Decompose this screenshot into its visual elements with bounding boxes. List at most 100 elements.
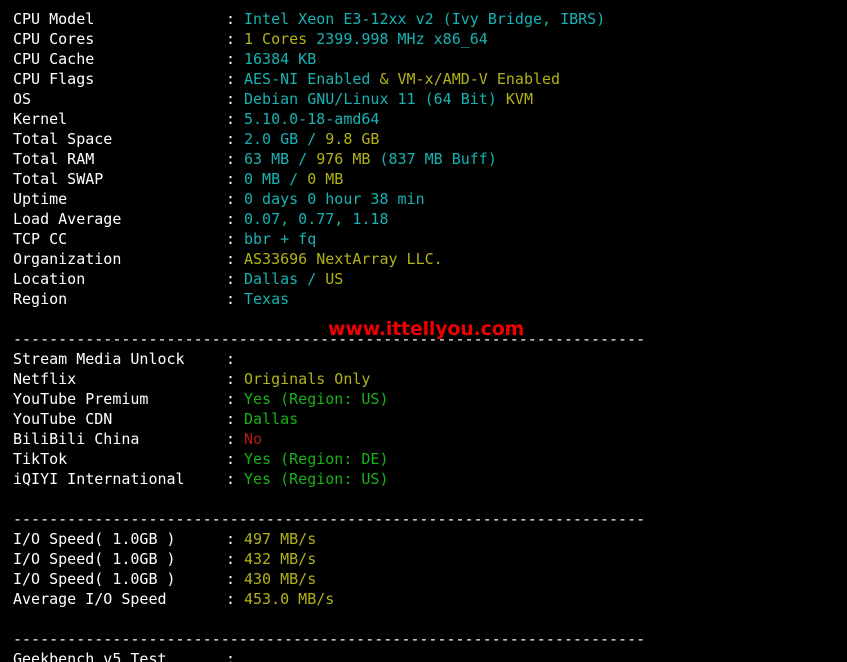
row-value: 1 Cores bbox=[244, 30, 317, 48]
row-label: CPU Flags bbox=[13, 70, 95, 88]
row-label: Total Space bbox=[13, 130, 113, 148]
row-value: Debian GNU/Linux 11 (64 Bit) bbox=[244, 90, 506, 108]
row-value: & VM-x/AMD-V Enabled bbox=[379, 70, 561, 88]
row-value: US bbox=[325, 270, 344, 288]
terminal-row: Kernel:5.10.0-18-amd64 bbox=[0, 109, 847, 129]
row-colon: : bbox=[226, 570, 236, 588]
terminal-row: Total SWAP:0 MB / 0 MB bbox=[0, 169, 847, 189]
section-separator: ----------------------------------------… bbox=[13, 510, 646, 528]
row-label: Load Average bbox=[13, 210, 122, 228]
row-colon: : bbox=[226, 190, 236, 208]
row-value: 63 MB / bbox=[244, 150, 317, 168]
terminal-row: Region: Texas bbox=[0, 289, 847, 309]
row-label: Total SWAP bbox=[13, 170, 104, 188]
row-colon: : bbox=[226, 430, 236, 448]
row-value: 976 MB bbox=[316, 150, 380, 168]
terminal-row: Uptime:0 days 0 hour 38 min bbox=[0, 189, 847, 209]
row-value: 497 MB/s bbox=[244, 530, 317, 548]
row-label: Geekbench v5 Test bbox=[13, 650, 167, 662]
row-value: 432 MB/s bbox=[244, 550, 317, 568]
row-value: Dallas bbox=[244, 410, 299, 428]
row-value: 0.07, 0.77, 1.18 bbox=[244, 210, 389, 228]
row-value: AES-NI Enabled bbox=[244, 70, 380, 88]
row-colon: : bbox=[226, 270, 236, 288]
row-label: Region bbox=[13, 290, 68, 308]
terminal-row: CPU Flags: AES-NI Enabled & VM-x/AMD-V En… bbox=[0, 69, 847, 89]
row-label: I/O Speed( 1.0GB ) bbox=[13, 550, 176, 568]
row-colon: : bbox=[226, 210, 236, 228]
row-colon: : bbox=[226, 530, 236, 548]
row-value: No bbox=[244, 430, 263, 448]
terminal-row: Organization: AS33696 NextArray LLC. bbox=[0, 249, 847, 269]
terminal-row: TikTok: Yes (Region: DE) bbox=[0, 449, 847, 469]
row-label: Total RAM bbox=[13, 150, 95, 168]
terminal-row: CPU Cache:16384 KB bbox=[0, 49, 847, 69]
row-value: 2.0 GB / bbox=[244, 130, 326, 148]
row-colon: : bbox=[226, 150, 236, 168]
terminal-window: CPU Model: Intel Xeon E3-12xx v2 (Ivy Bri… bbox=[0, 0, 847, 662]
row-value: Originals Only bbox=[244, 370, 371, 388]
row-value: 430 MB/s bbox=[244, 570, 317, 588]
row-label: YouTube CDN bbox=[13, 410, 113, 428]
row-colon: : bbox=[226, 550, 236, 568]
row-value: bbr + fq bbox=[244, 230, 317, 248]
terminal-row: Stream Media Unlock: bbox=[0, 349, 847, 369]
row-value: (837 MB Buff) bbox=[379, 150, 497, 168]
row-label: Stream Media Unlock bbox=[13, 350, 185, 368]
row-colon: : bbox=[226, 470, 236, 488]
row-colon: : bbox=[226, 230, 236, 248]
terminal-row: BiliBili China: No bbox=[0, 429, 847, 449]
row-colon: : bbox=[226, 650, 236, 662]
terminal-row: Geekbench v5 Test: bbox=[0, 649, 847, 662]
row-label: I/O Speed( 1.0GB ) bbox=[13, 570, 176, 588]
row-value: Yes (Region: DE) bbox=[244, 450, 389, 468]
row-label: iQIYI International bbox=[13, 470, 185, 488]
terminal-row: TCP CC: bbr + fq bbox=[0, 229, 847, 249]
row-colon: : bbox=[226, 170, 236, 188]
row-colon: : bbox=[226, 450, 236, 468]
row-colon: : bbox=[226, 70, 236, 88]
row-label: OS bbox=[13, 90, 32, 108]
terminal-row: CPU Cores:1 Cores 2399.998 MHz x86_64 bbox=[0, 29, 847, 49]
row-value: 453.0 MB/s bbox=[244, 590, 335, 608]
row-label: CPU Cores bbox=[13, 30, 95, 48]
row-value: Yes (Region: US) bbox=[244, 470, 389, 488]
terminal-row: iQIYI International: Yes (Region: US) bbox=[0, 469, 847, 489]
row-colon: : bbox=[226, 10, 236, 28]
row-colon: : bbox=[226, 250, 236, 268]
row-label: YouTube Premium bbox=[13, 390, 149, 408]
row-colon: : bbox=[226, 370, 236, 388]
row-label: Kernel bbox=[13, 110, 68, 128]
row-value: AS33696 NextArray LLC. bbox=[244, 250, 443, 268]
row-value: Yes (Region: US) bbox=[244, 390, 389, 408]
terminal-row: I/O Speed( 1.0GB ):432 MB/s bbox=[0, 549, 847, 569]
row-value: 0 MB / bbox=[244, 170, 308, 188]
row-value: 5.10.0-18-amd64 bbox=[244, 110, 380, 128]
terminal-row: I/O Speed( 1.0GB ):430 MB/s bbox=[0, 569, 847, 589]
row-colon: : bbox=[226, 290, 236, 308]
terminal-row: YouTube CDN: Dallas bbox=[0, 409, 847, 429]
row-value: Dallas / bbox=[244, 270, 326, 288]
row-value: 2399.998 MHz x86_64 bbox=[316, 30, 488, 48]
row-label: TCP CC bbox=[13, 230, 68, 248]
terminal-row: Average I/O Speed:453.0 MB/s bbox=[0, 589, 847, 609]
watermark-ittellyou: www.ittellyou.com bbox=[328, 318, 525, 340]
row-colon: : bbox=[226, 30, 236, 48]
row-colon: : bbox=[226, 90, 236, 108]
row-label: Location bbox=[13, 270, 86, 288]
row-value: Intel Xeon E3-12xx v2 (Ivy Bridge, IBRS) bbox=[244, 10, 606, 28]
row-value: 9.8 GB bbox=[325, 130, 380, 148]
terminal-row: Netflix: Originals Only bbox=[0, 369, 847, 389]
row-label: I/O Speed( 1.0GB ) bbox=[13, 530, 176, 548]
terminal-row: YouTube Premium: Yes (Region: US) bbox=[0, 389, 847, 409]
terminal-row: OS: Debian GNU/Linux 11 (64 Bit) KVM bbox=[0, 89, 847, 109]
terminal-row: Location: Dallas / US bbox=[0, 269, 847, 289]
row-label: Netflix bbox=[13, 370, 77, 388]
terminal-row: Total Space:2.0 GB / 9.8 GB bbox=[0, 129, 847, 149]
row-value: 16384 KB bbox=[244, 50, 317, 68]
terminal-row: Load Average:0.07, 0.77, 1.18 bbox=[0, 209, 847, 229]
row-label: BiliBili China bbox=[13, 430, 140, 448]
row-colon: : bbox=[226, 590, 236, 608]
